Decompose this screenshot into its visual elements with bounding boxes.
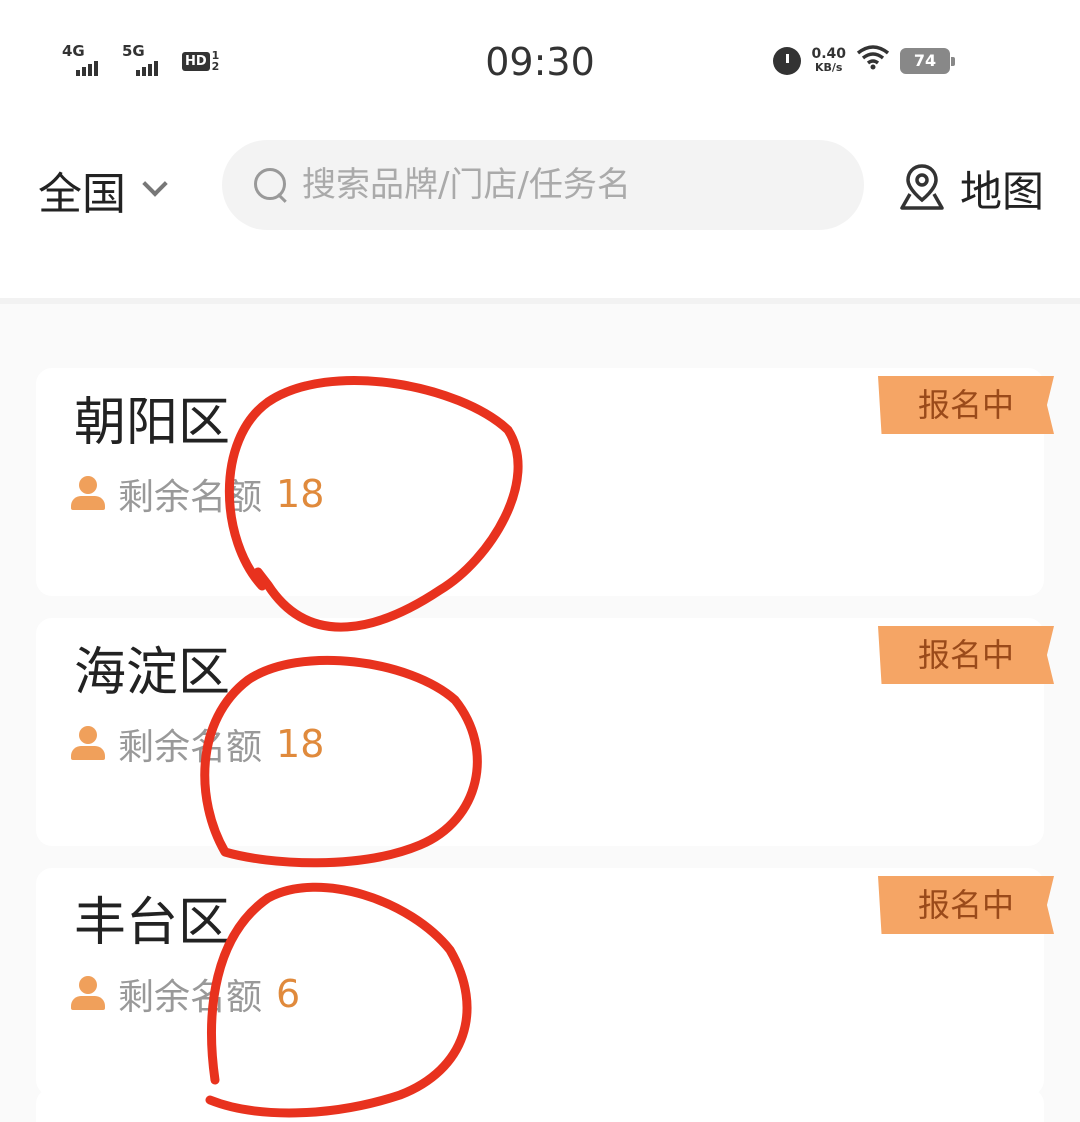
search-bar[interactable] [222, 140, 864, 230]
person-icon [70, 476, 106, 512]
network-speed: 0.40 KB/s [811, 45, 846, 74]
region-label: 全国 [38, 169, 126, 220]
battery-icon: 74 [900, 47, 955, 74]
region-name: 丰台区 [74, 893, 231, 953]
map-button[interactable]: 地图 [898, 158, 1044, 219]
region-card-chaoyang[interactable]: 朝阳区 剩余名额 18 报名中 [36, 368, 1054, 596]
status-bar: 4G 5G HD 12 09:30 0.40 KB/s 74 [0, 0, 1080, 120]
region-selector[interactable]: 全国 [38, 158, 168, 222]
region-card-fengtai[interactable]: 丰台区 剩余名额 6 报名中 [36, 868, 1054, 1096]
search-input[interactable] [302, 165, 822, 205]
top-header: 全国 地图 [0, 130, 1080, 240]
wifi-icon [856, 44, 890, 77]
map-label: 地图 [960, 167, 1045, 216]
quota-count: 18 [276, 722, 325, 766]
quota-count: 6 [276, 972, 301, 1016]
status-badge[interactable]: 报名中 [878, 376, 1054, 434]
region-list: 朝阳区 剩余名额 18 报名中 海淀区 剩余名额 18 报名中 丰台区 剩余名额… [0, 304, 1080, 1122]
region-card-partial[interactable] [36, 1088, 1044, 1122]
search-icon [252, 166, 290, 204]
status-bar-right: 0.40 KB/s 74 [773, 44, 955, 77]
alarm-icon [773, 46, 802, 75]
map-pin-icon [898, 162, 946, 216]
person-icon [70, 976, 106, 1012]
remaining-quota: 剩余名额 18 [70, 718, 324, 770]
remaining-quota: 剩余名额 18 [70, 468, 324, 520]
quota-label: 剩余名额 [118, 477, 263, 518]
chevron-down-icon [142, 171, 168, 197]
region-card-haidian[interactable]: 海淀区 剩余名额 18 报名中 [36, 618, 1054, 846]
remaining-quota: 剩余名额 6 [70, 968, 300, 1020]
status-badge[interactable]: 报名中 [878, 876, 1054, 934]
region-name: 朝阳区 [74, 393, 231, 453]
quota-label: 剩余名额 [118, 977, 263, 1018]
quota-label: 剩余名额 [118, 727, 263, 768]
status-badge[interactable]: 报名中 [878, 626, 1054, 684]
quota-count: 18 [276, 472, 325, 516]
region-name: 海淀区 [74, 643, 231, 703]
person-icon [70, 726, 106, 762]
